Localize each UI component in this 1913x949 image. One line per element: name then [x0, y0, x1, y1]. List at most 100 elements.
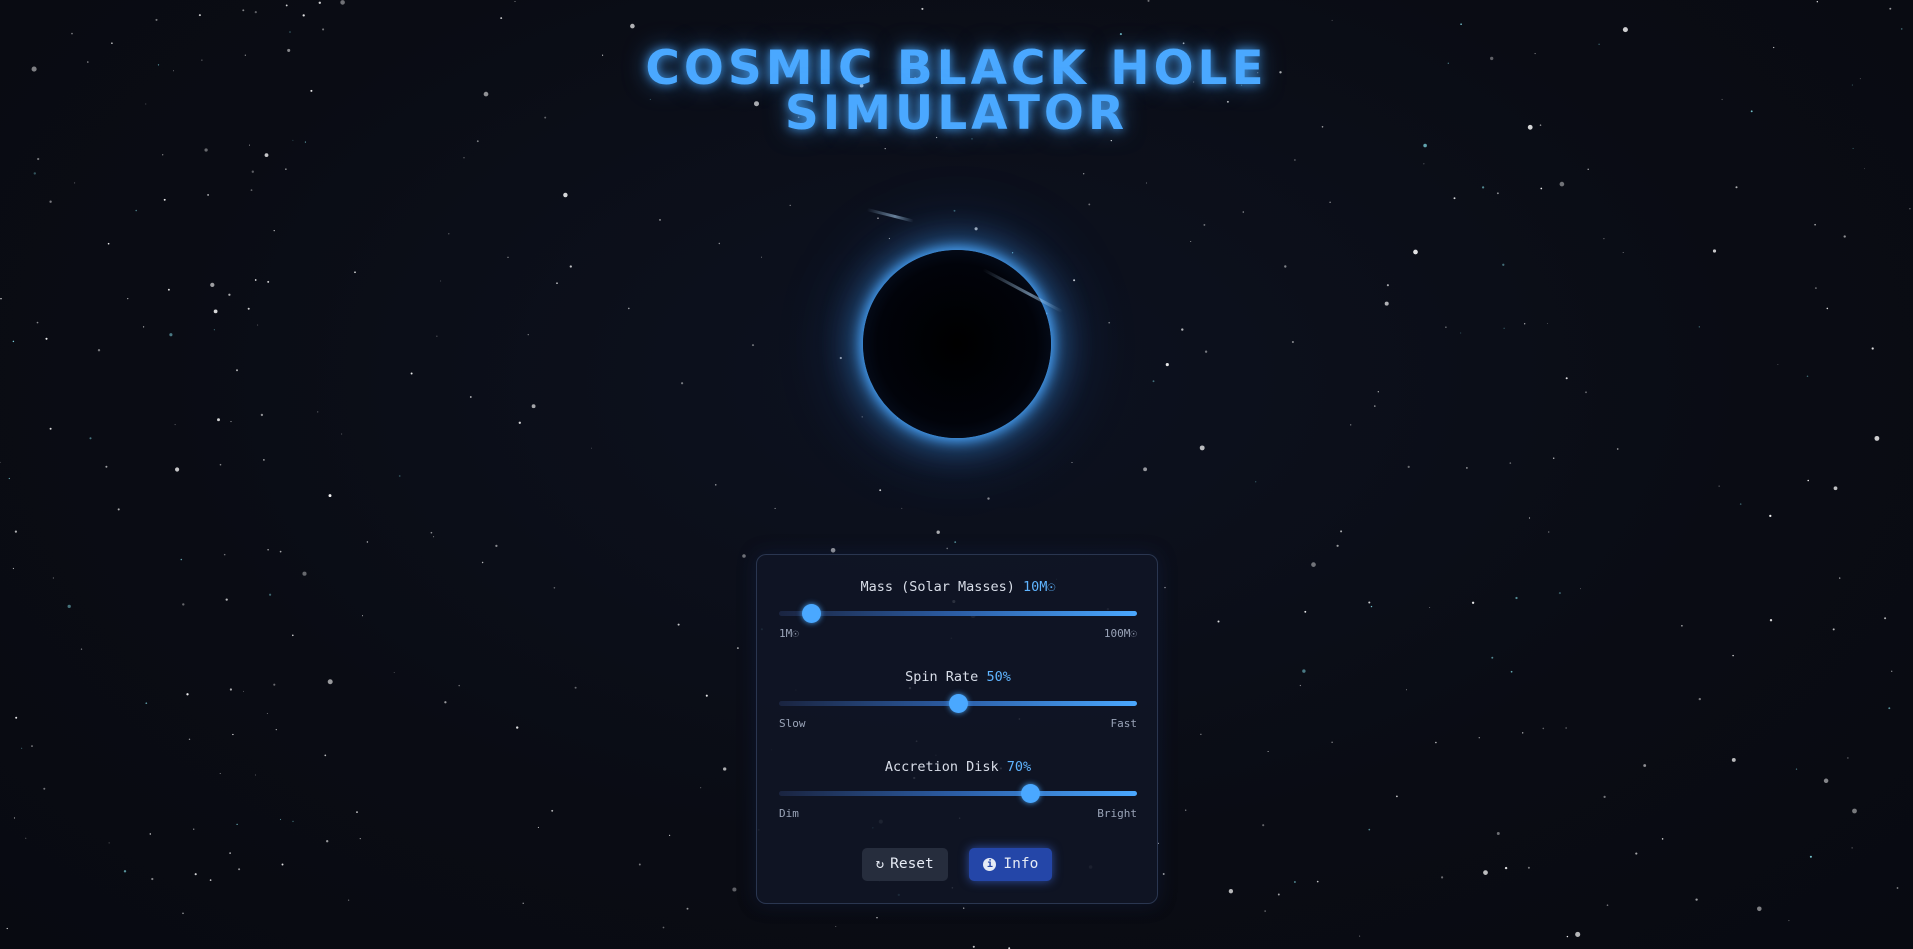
star	[229, 688, 232, 691]
star	[1377, 391, 1379, 393]
star	[1847, 757, 1849, 759]
star	[49, 427, 52, 430]
star	[149, 833, 152, 835]
star	[1809, 855, 1812, 858]
disk-slider-track[interactable]	[779, 791, 1137, 796]
star	[324, 754, 327, 757]
mass-slider-track[interactable]	[779, 611, 1137, 616]
star	[1302, 669, 1306, 673]
star	[681, 382, 684, 385]
star	[1340, 530, 1343, 533]
star	[1598, 43, 1600, 45]
star	[1460, 332, 1462, 334]
mass-min-label: 1M☉	[779, 627, 799, 640]
star	[1806, 375, 1809, 377]
star	[1429, 607, 1431, 609]
star	[1661, 838, 1664, 840]
star	[1370, 605, 1373, 608]
star	[551, 809, 554, 812]
star	[1336, 544, 1339, 547]
star	[476, 140, 479, 143]
star	[1606, 904, 1609, 906]
star	[289, 31, 291, 33]
star	[285, 4, 288, 7]
star	[1299, 684, 1302, 687]
star	[204, 148, 208, 152]
star	[219, 463, 222, 466]
star	[169, 333, 173, 337]
star	[89, 437, 92, 440]
star	[359, 837, 361, 840]
star	[677, 623, 680, 626]
star	[37, 157, 40, 161]
star	[736, 647, 739, 650]
info-icon: i	[983, 858, 997, 871]
mass-max-label: 100M☉	[1103, 627, 1137, 640]
star	[260, 413, 264, 417]
star	[1540, 187, 1543, 190]
star	[1162, 873, 1165, 875]
star	[236, 823, 238, 826]
star	[789, 204, 791, 207]
star	[987, 497, 990, 500]
star	[888, 237, 891, 240]
star	[155, 18, 158, 21]
star	[1871, 347, 1874, 350]
star	[1510, 670, 1513, 673]
star	[366, 541, 369, 543]
star	[0, 298, 2, 300]
star	[175, 467, 180, 472]
star	[1284, 265, 1287, 268]
star	[1823, 778, 1829, 784]
reset-button[interactable]: ↻ Reset	[861, 848, 948, 881]
star	[879, 489, 882, 492]
star	[569, 265, 572, 268]
star	[210, 282, 215, 288]
star	[228, 293, 231, 296]
star	[715, 484, 717, 486]
star	[145, 702, 148, 705]
star	[1359, 935, 1361, 937]
star	[362, 615, 363, 617]
star	[830, 548, 836, 553]
star	[1635, 852, 1638, 855]
disk-slider-thumb[interactable]	[1020, 784, 1040, 803]
star	[326, 840, 329, 843]
star	[1884, 617, 1887, 620]
simulator-stage: COSMIC BLACK HOLE SIMULATOR Mass (Solar …	[0, 0, 1913, 949]
star	[1695, 898, 1698, 901]
star	[1807, 479, 1809, 482]
star	[936, 530, 940, 534]
star	[49, 200, 52, 203]
star	[1350, 424, 1352, 426]
info-button[interactable]: i Info	[969, 848, 1053, 881]
star	[1203, 223, 1206, 226]
star	[80, 648, 83, 650]
star	[242, 690, 244, 692]
star	[242, 9, 245, 12]
mass-value: 10M☉	[1023, 579, 1056, 595]
star	[1622, 251, 1624, 254]
spin-label-text: Spin Rate	[905, 669, 979, 685]
star	[705, 694, 708, 697]
star	[198, 14, 201, 17]
star	[213, 309, 218, 314]
star	[440, 280, 442, 282]
star	[1891, 670, 1893, 672]
mass-slider-thumb[interactable]	[802, 604, 822, 623]
star	[1889, 7, 1892, 10]
star	[662, 926, 665, 929]
star	[1527, 866, 1530, 869]
star	[1204, 350, 1208, 353]
star	[13, 817, 16, 819]
star	[279, 550, 282, 553]
star	[251, 170, 254, 173]
star	[1522, 732, 1524, 734]
star	[1374, 405, 1376, 407]
star	[761, 256, 762, 258]
star	[518, 421, 521, 424]
star	[45, 337, 48, 340]
star	[279, 818, 282, 821]
star	[1445, 326, 1447, 328]
spin-slider-thumb[interactable]	[949, 694, 968, 713]
